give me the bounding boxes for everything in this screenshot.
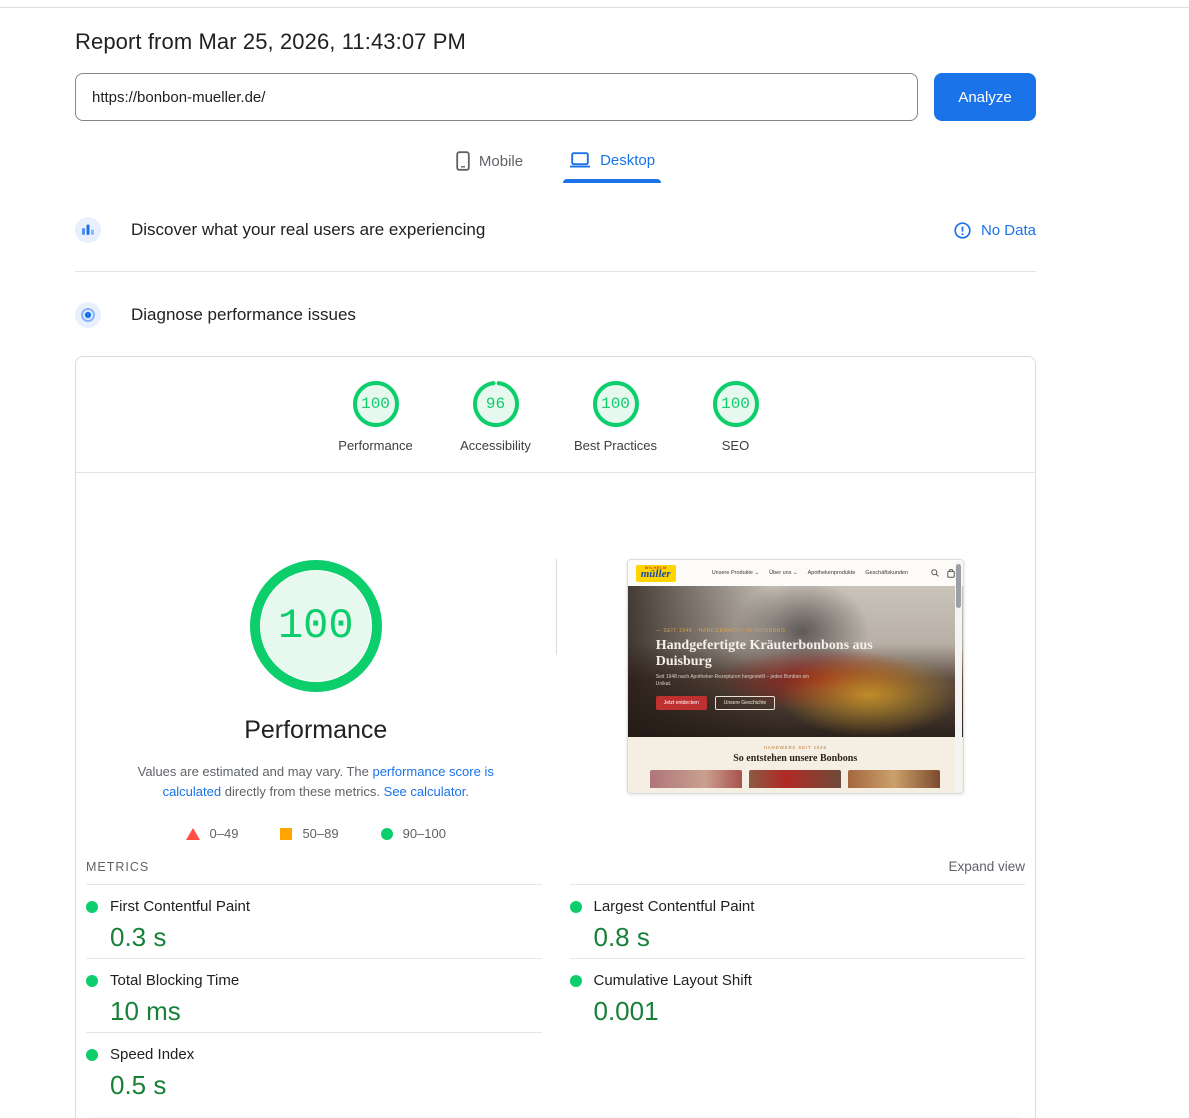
pass-dot-icon xyxy=(86,901,98,913)
score-accessibility[interactable]: 96 Accessibility xyxy=(436,380,556,472)
metrics-heading: METRICS xyxy=(86,860,149,874)
tab-desktop[interactable]: Desktop xyxy=(563,147,661,185)
see-calculator-link[interactable]: See calculator. xyxy=(384,784,469,799)
mobile-phone-icon xyxy=(456,151,470,171)
screenshot-column: WILHELM müller Unsere Produkte ⌄ Über un… xyxy=(556,473,1036,847)
url-form: Analyze xyxy=(75,73,1036,121)
pass-dot-icon xyxy=(86,975,98,987)
gauge-title: Performance xyxy=(244,716,387,745)
metrics-column-left: First Contentful Paint 0.3 s Total Block… xyxy=(86,884,542,1106)
vertical-separator xyxy=(556,559,557,655)
lab-data-section-header: Diagnose performance issues xyxy=(75,302,1036,328)
info-icon xyxy=(954,222,971,239)
real-users-icon xyxy=(75,217,101,243)
category-scores: 100 Performance 96 Accessibility xyxy=(76,357,1035,472)
lighthouse-report-card: 100 Performance 96 Accessibility xyxy=(75,356,1036,1118)
tab-mobile[interactable]: Mobile xyxy=(450,147,529,185)
thumb-site-logo: WILHELM müller xyxy=(636,565,676,582)
score-disclaimer: Values are estimated and may vary. The p… xyxy=(121,762,511,802)
thumb-photo-card xyxy=(848,770,940,788)
metric-speed-index: Speed Index 0.5 s xyxy=(86,1032,542,1106)
legend-average-icon xyxy=(280,828,292,840)
page-title: Report from Mar 25, 2026, 11:43:07 PM xyxy=(75,29,1036,55)
thumb-scrollbar xyxy=(955,561,962,792)
legend-fail-icon xyxy=(186,828,200,840)
no-data-status[interactable]: No Data xyxy=(954,222,1036,239)
diagnose-icon xyxy=(75,302,101,328)
desktop-laptop-icon xyxy=(569,151,591,169)
tab-mobile-label: Mobile xyxy=(479,153,523,170)
thumb-photo-card xyxy=(650,770,742,788)
score-legend: 0–49 50–89 90–100 xyxy=(186,826,446,841)
expand-view-button[interactable]: Expand view xyxy=(948,859,1025,874)
pass-dot-icon xyxy=(570,975,582,987)
thumb-site-nav: Unsere Produkte ⌄ Über uns ⌄ Apothekenpr… xyxy=(712,570,908,576)
field-data-section-header: Discover what your real users are experi… xyxy=(75,217,1036,243)
lab-data-title: Diagnose performance issues xyxy=(131,305,356,325)
thumb-section: HANDWERK SEIT 1948 So entstehen unsere B… xyxy=(628,737,963,794)
metrics-grid: First Contentful Paint 0.3 s Total Block… xyxy=(76,884,1035,1106)
metric-total-blocking-time: Total Blocking Time 10 ms xyxy=(86,958,542,1032)
thumb-cta-secondary: Unsere Geschichte xyxy=(715,696,776,710)
metric-largest-contentful-paint: Largest Contentful Paint 0.8 s xyxy=(570,884,1026,958)
performance-gauge-column: 100 Performance Values are estimated and… xyxy=(76,473,556,847)
thumb-hero: — SEIT 1948 · HANDGEMACHT IN DUISBURG Ha… xyxy=(628,586,963,737)
pass-dot-icon xyxy=(570,901,582,913)
no-data-label: No Data xyxy=(981,222,1036,239)
legend-pass-icon xyxy=(381,828,393,840)
active-tab-indicator xyxy=(563,179,661,183)
performance-score-value: 100 xyxy=(250,560,382,692)
metric-cumulative-layout-shift: Cumulative Layout Shift 0.001 xyxy=(570,958,1026,1032)
url-input[interactable] xyxy=(75,73,918,121)
device-tabs: Mobile Desktop xyxy=(75,147,1036,185)
metrics-column-right: Largest Contentful Paint 0.8 s Cumulativ… xyxy=(570,884,1026,1106)
top-divider xyxy=(0,7,1189,8)
page-screenshot-thumbnail[interactable]: WILHELM müller Unsere Produkte ⌄ Über un… xyxy=(627,559,964,794)
thumb-cta-primary: Jetzt entdecken xyxy=(656,696,707,710)
metric-first-contentful-paint: First Contentful Paint 0.3 s xyxy=(86,884,542,958)
analyze-button[interactable]: Analyze xyxy=(934,73,1036,121)
thumb-site-header: WILHELM müller Unsere Produkte ⌄ Über un… xyxy=(628,560,963,586)
metrics-header: METRICS Expand view xyxy=(76,847,1035,884)
performance-gauge: 100 xyxy=(250,560,382,692)
field-data-title: Discover what your real users are experi… xyxy=(131,220,485,240)
score-performance[interactable]: 100 Performance xyxy=(316,380,436,472)
section-divider xyxy=(75,271,1036,272)
pagespeed-report-page: Report from Mar 25, 2026, 11:43:07 PM An… xyxy=(75,29,1036,1118)
gauge-and-screenshot: 100 Performance Values are estimated and… xyxy=(76,473,1035,847)
thumb-cart-icon xyxy=(947,569,955,578)
pass-dot-icon xyxy=(86,1049,98,1061)
thumb-search-icon xyxy=(931,569,939,577)
score-seo[interactable]: 100 SEO xyxy=(676,380,796,472)
thumb-photo-card xyxy=(749,770,841,788)
score-best-practices[interactable]: 100 Best Practices xyxy=(556,380,676,472)
tab-desktop-label: Desktop xyxy=(600,152,655,169)
